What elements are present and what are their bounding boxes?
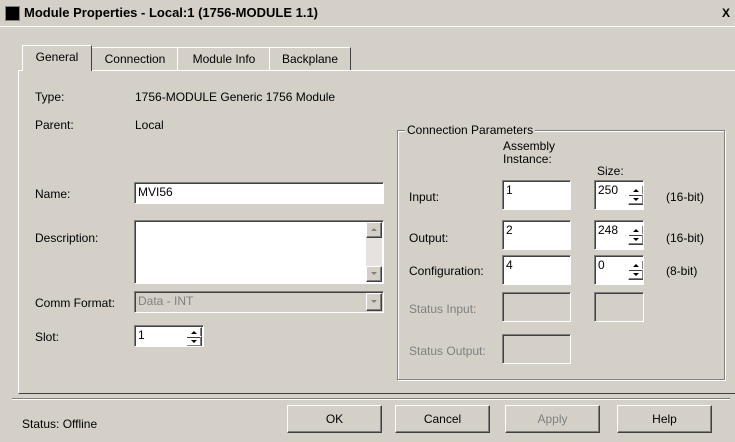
description-scrollbar[interactable] — [366, 222, 382, 282]
configuration-instance-field[interactable]: 4 — [502, 255, 571, 285]
output-label: Output: — [409, 231, 449, 245]
spin-down-icon[interactable] — [186, 336, 202, 346]
input-size-spinner[interactable] — [628, 185, 643, 205]
output-size-field[interactable]: 248 — [594, 220, 644, 250]
input-instance-field[interactable]: 1 — [502, 180, 571, 210]
output-instance-field[interactable]: 2 — [502, 220, 571, 250]
input-label: Input: — [409, 190, 440, 204]
output-size-value: 248 — [598, 223, 619, 237]
spin-down-icon[interactable] — [628, 194, 643, 205]
slot-field[interactable]: 1 — [134, 325, 204, 347]
slot-spinner[interactable] — [186, 327, 202, 346]
name-label: Name: — [35, 187, 71, 201]
output-unit: (16-bit) — [666, 231, 705, 245]
output-size-spinner[interactable] — [628, 225, 643, 245]
size-header: Size: — [597, 164, 624, 178]
comm-format-label: Comm Format: — [35, 296, 116, 310]
apply-button: Apply — [505, 405, 600, 433]
slot-label: Slot: — [35, 330, 60, 344]
assembly-header-line2: Instance: — [503, 152, 552, 166]
slot-value: 1 — [138, 328, 145, 342]
chevron-down-icon — [366, 293, 382, 311]
parent-label: Parent: — [35, 118, 74, 132]
cancel-button[interactable]: Cancel — [395, 405, 490, 433]
spin-down-icon[interactable] — [628, 234, 643, 245]
status-text: Status: Offline — [22, 417, 98, 431]
scroll-down-button[interactable] — [366, 266, 382, 282]
type-value: 1756-MODULE Generic 1756 Module — [135, 90, 336, 104]
footer-separator — [12, 398, 730, 400]
configuration-unit: (8-bit) — [666, 264, 698, 278]
status-output-label: Status Output: — [409, 344, 486, 358]
description-field[interactable] — [134, 220, 384, 284]
status-input-size-field — [594, 292, 644, 322]
input-unit: (16-bit) — [666, 190, 705, 204]
configuration-size-spinner[interactable] — [628, 260, 643, 280]
ok-button[interactable]: OK — [287, 405, 382, 433]
description-label: Description: — [35, 231, 99, 245]
status-input-label: Status Input: — [409, 302, 477, 316]
assembly-instance-header: Assembly Instance: — [503, 140, 555, 166]
status-input-instance-field — [502, 292, 571, 322]
comm-format-select: Data - INT — [134, 291, 384, 313]
status-output-instance-field — [502, 334, 571, 364]
comm-format-value: Data - INT — [138, 294, 194, 308]
input-size-field[interactable]: 250 — [594, 180, 644, 210]
input-size-value: 250 — [598, 183, 619, 197]
configuration-size-field[interactable]: 0 — [594, 255, 644, 285]
scroll-up-button[interactable] — [366, 222, 382, 238]
name-field[interactable]: MVI56 — [134, 182, 384, 204]
help-button[interactable]: Help — [617, 405, 712, 433]
spin-down-icon[interactable] — [628, 269, 643, 280]
configuration-label: Configuration: — [409, 264, 484, 278]
type-label: Type: — [35, 90, 65, 104]
connection-parameters-title: Connection Parameters — [405, 123, 536, 137]
configuration-size-value: 0 — [598, 258, 605, 272]
parent-value: Local — [135, 118, 164, 132]
